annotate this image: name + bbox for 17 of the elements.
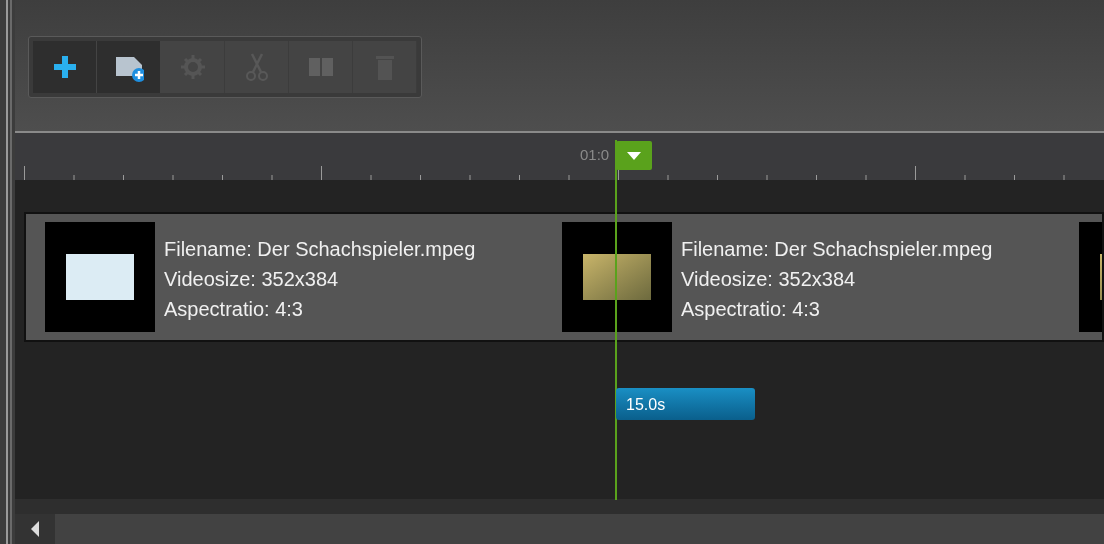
clip-aspect-ratio: Aspectratio: 4:3 [681,297,821,322]
left-arrow-icon [30,521,40,537]
toolbar-button[interactable] [97,41,161,93]
clip-videosize: Videosize: 352x384 [164,267,340,292]
clip-videosize: Videosize: 352x384 [681,267,857,292]
duration-bar[interactable]: 15.0s [616,388,755,420]
photo-placeholder [583,254,651,300]
clip-filename: Filename: Der Schachspieler.mpeg [681,237,993,262]
clip-filename: Filename: Der Schachspieler.mpeg [164,237,476,262]
down-triangle-icon [627,151,641,160]
toolbar-button[interactable] [33,41,97,93]
playhead-handle[interactable] [616,141,652,170]
ruler-time-label: 01:0 [580,145,610,165]
horizontal-scrollbar[interactable] [15,514,1104,544]
slide-placeholder [66,254,134,300]
clip-aspect-ratio: Aspectratio: 4:3 [164,297,304,322]
scroll-left-button[interactable] [15,514,55,544]
